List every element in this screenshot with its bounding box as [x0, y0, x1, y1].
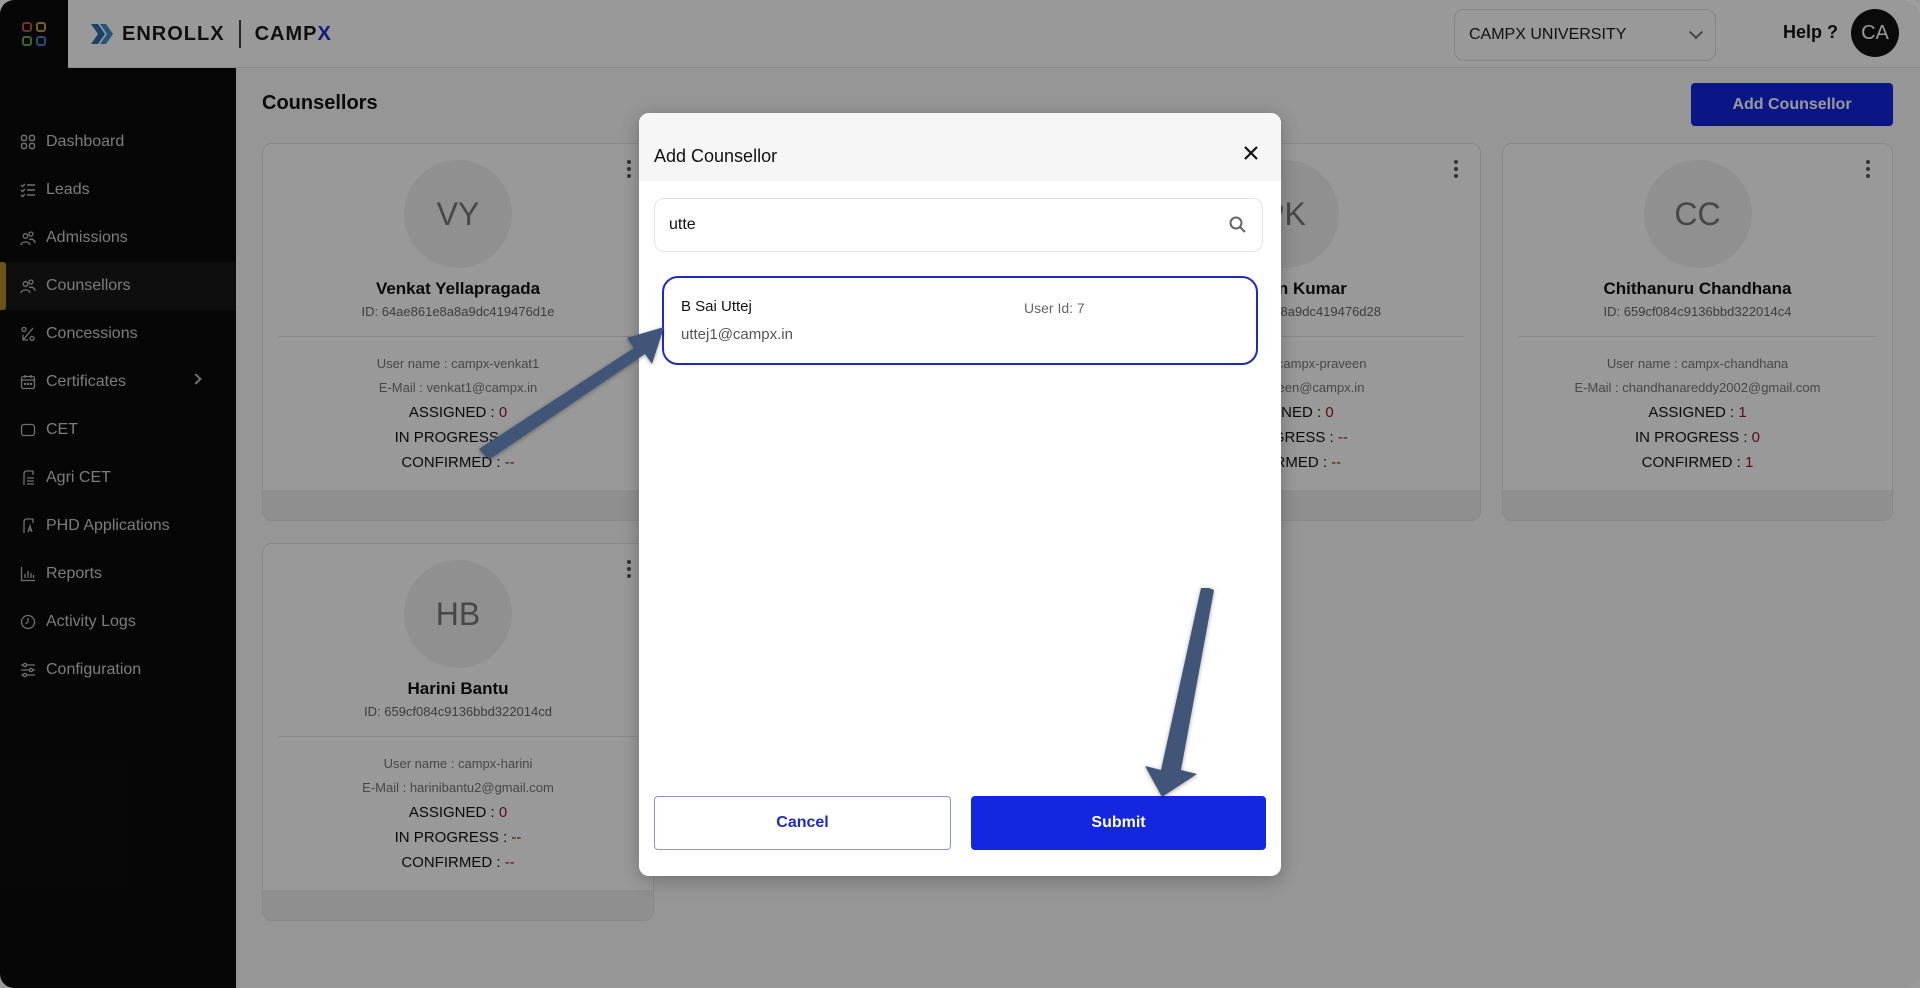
result-email: uttej1@campx.in [681, 326, 793, 343]
dialog-header: Add Counsellor [639, 113, 1281, 181]
search-input[interactable] [669, 199, 1209, 251]
result-user-id: User Id: 7 [1024, 300, 1085, 316]
submit-button[interactable]: Submit [971, 796, 1266, 850]
result-name: B Sai Uttej [681, 298, 752, 315]
search-field [654, 198, 1263, 252]
close-icon[interactable] [1241, 143, 1261, 163]
add-counsellor-dialog: Add Counsellor B Sai Uttej uttej1@campx.… [639, 113, 1281, 876]
dialog-title: Add Counsellor [654, 146, 778, 166]
search-result-item[interactable]: B Sai Uttej uttej1@campx.in User Id: 7 [662, 276, 1258, 365]
cancel-button[interactable]: Cancel [654, 796, 951, 850]
app-window: ENROLLX CAMPX CAMPX UNIVERSITY Help ? CA… [0, 0, 1920, 988]
search-icon[interactable] [1228, 215, 1248, 235]
